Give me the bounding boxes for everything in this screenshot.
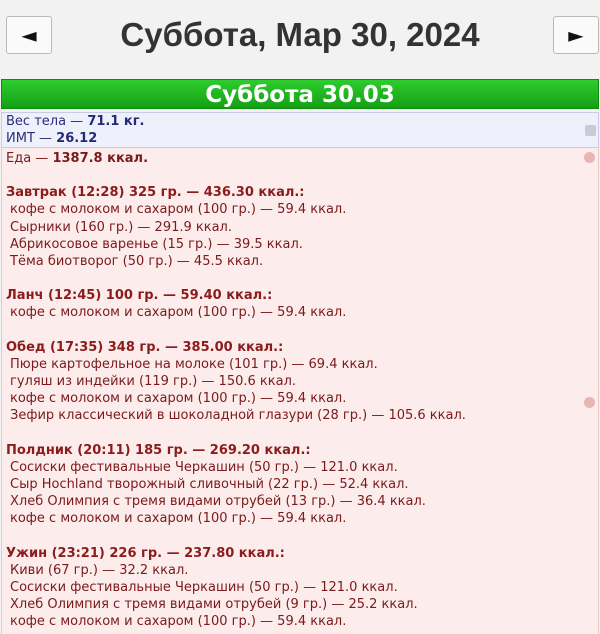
day-header: Суббота 30.03 bbox=[1, 79, 599, 109]
meal-item: Хлеб Олимпия с тремя видами отрубей (13 … bbox=[10, 494, 426, 510]
meal-item: кофе с молоком и сахаром (100 гр.) — 59.… bbox=[10, 202, 347, 218]
meal-item: Тёма биотворог (50 гр.) — 45.5 ккал. bbox=[10, 254, 264, 270]
bmi-value: 26.12 bbox=[56, 130, 98, 146]
body-stats-panel: Вес тела — 71.1 кг. ИМТ — 26.12 bbox=[1, 112, 599, 148]
meal-title-supper: Ужин (23:21) 226 гр. — 237.80 ккал.: bbox=[6, 545, 285, 561]
scale-icon[interactable] bbox=[585, 125, 596, 136]
meal-item: Сосиски фестивальные Черкашин (50 гр.) —… bbox=[10, 459, 398, 475]
meal-item: Зефир классический в шоколадной глазури … bbox=[10, 408, 466, 424]
bmi-label: ИМТ — bbox=[6, 130, 57, 146]
food-total-value: 1387.8 ккал. bbox=[52, 151, 149, 166]
weight-line: Вес тела — 71.1 кг. bbox=[6, 114, 598, 131]
meal-title-breakfast: Завтрак (12:28) 325 гр. — 436.30 ккал.: bbox=[6, 185, 305, 201]
arrow-right-icon: ► bbox=[568, 23, 584, 47]
apple-icon[interactable] bbox=[584, 152, 595, 163]
meal-item: Сосиски фестивальные Черкашин (50 гр.) —… bbox=[10, 580, 398, 596]
meal-item: Сыр Hochland творожный сливочный (22 гр.… bbox=[10, 477, 409, 493]
weight-value: 71.1 кг. bbox=[87, 114, 145, 129]
meal-item: Пюре картофельное на молоке (101 гр.) — … bbox=[10, 356, 378, 372]
arrow-left-icon: ◄ bbox=[21, 23, 37, 47]
top-bar: ◄ Суббота, Мар 30, 2024 ► bbox=[0, 0, 600, 78]
meal-item: Сырники (160 гр.) — 291.9 ккал. bbox=[10, 219, 233, 235]
date-title: Суббота, Мар 30, 2024 bbox=[120, 16, 480, 53]
next-day-button[interactable]: ► bbox=[553, 16, 599, 54]
bmi-line: ИМТ — 26.12 bbox=[6, 131, 598, 148]
meal-title-lunch: Ланч (12:45) 100 гр. — 59.40 ккал.: bbox=[6, 288, 273, 304]
food-total-line: Еда — 1387.8 ккал. bbox=[6, 150, 598, 167]
meal-item: кофе с молоком и сахаром (100 гр.) — 59.… bbox=[10, 391, 347, 407]
meal-item: Абрикосовое варенье (15 гр.) — 39.5 ккал… bbox=[10, 236, 303, 252]
meal-title-afternoon-snack: Полдник (20:11) 185 гр. — 269.20 ккал.: bbox=[6, 442, 311, 458]
meal-item: кофе с молоком и сахаром (100 гр.) — 59.… bbox=[10, 614, 347, 630]
meal-item: Киви (67 гр.) — 32.2 ккал. bbox=[10, 562, 189, 578]
meal-item: Хлеб Олимпия с тремя видами отрубей (9 г… bbox=[10, 597, 418, 613]
meals-panel: Еда — 1387.8 ккал. Завтрак (12:28) 325 г… bbox=[1, 148, 599, 634]
food-total-label: Еда — bbox=[6, 151, 53, 166]
apple-icon[interactable] bbox=[584, 397, 595, 408]
meal-item: кофе с молоком и сахаром (100 гр.) — 59.… bbox=[10, 305, 347, 321]
meal-item: гуляш из индейки (119 гр.) — 150.6 ккал. bbox=[10, 374, 297, 390]
weight-label: Вес тела — bbox=[6, 114, 88, 129]
previous-day-button[interactable]: ◄ bbox=[6, 16, 52, 54]
meal-title-dinner: Обед (17:35) 348 гр. — 385.00 ккал.: bbox=[6, 339, 284, 355]
meal-item: кофе с молоком и сахаром (100 гр.) — 59.… bbox=[10, 511, 347, 527]
